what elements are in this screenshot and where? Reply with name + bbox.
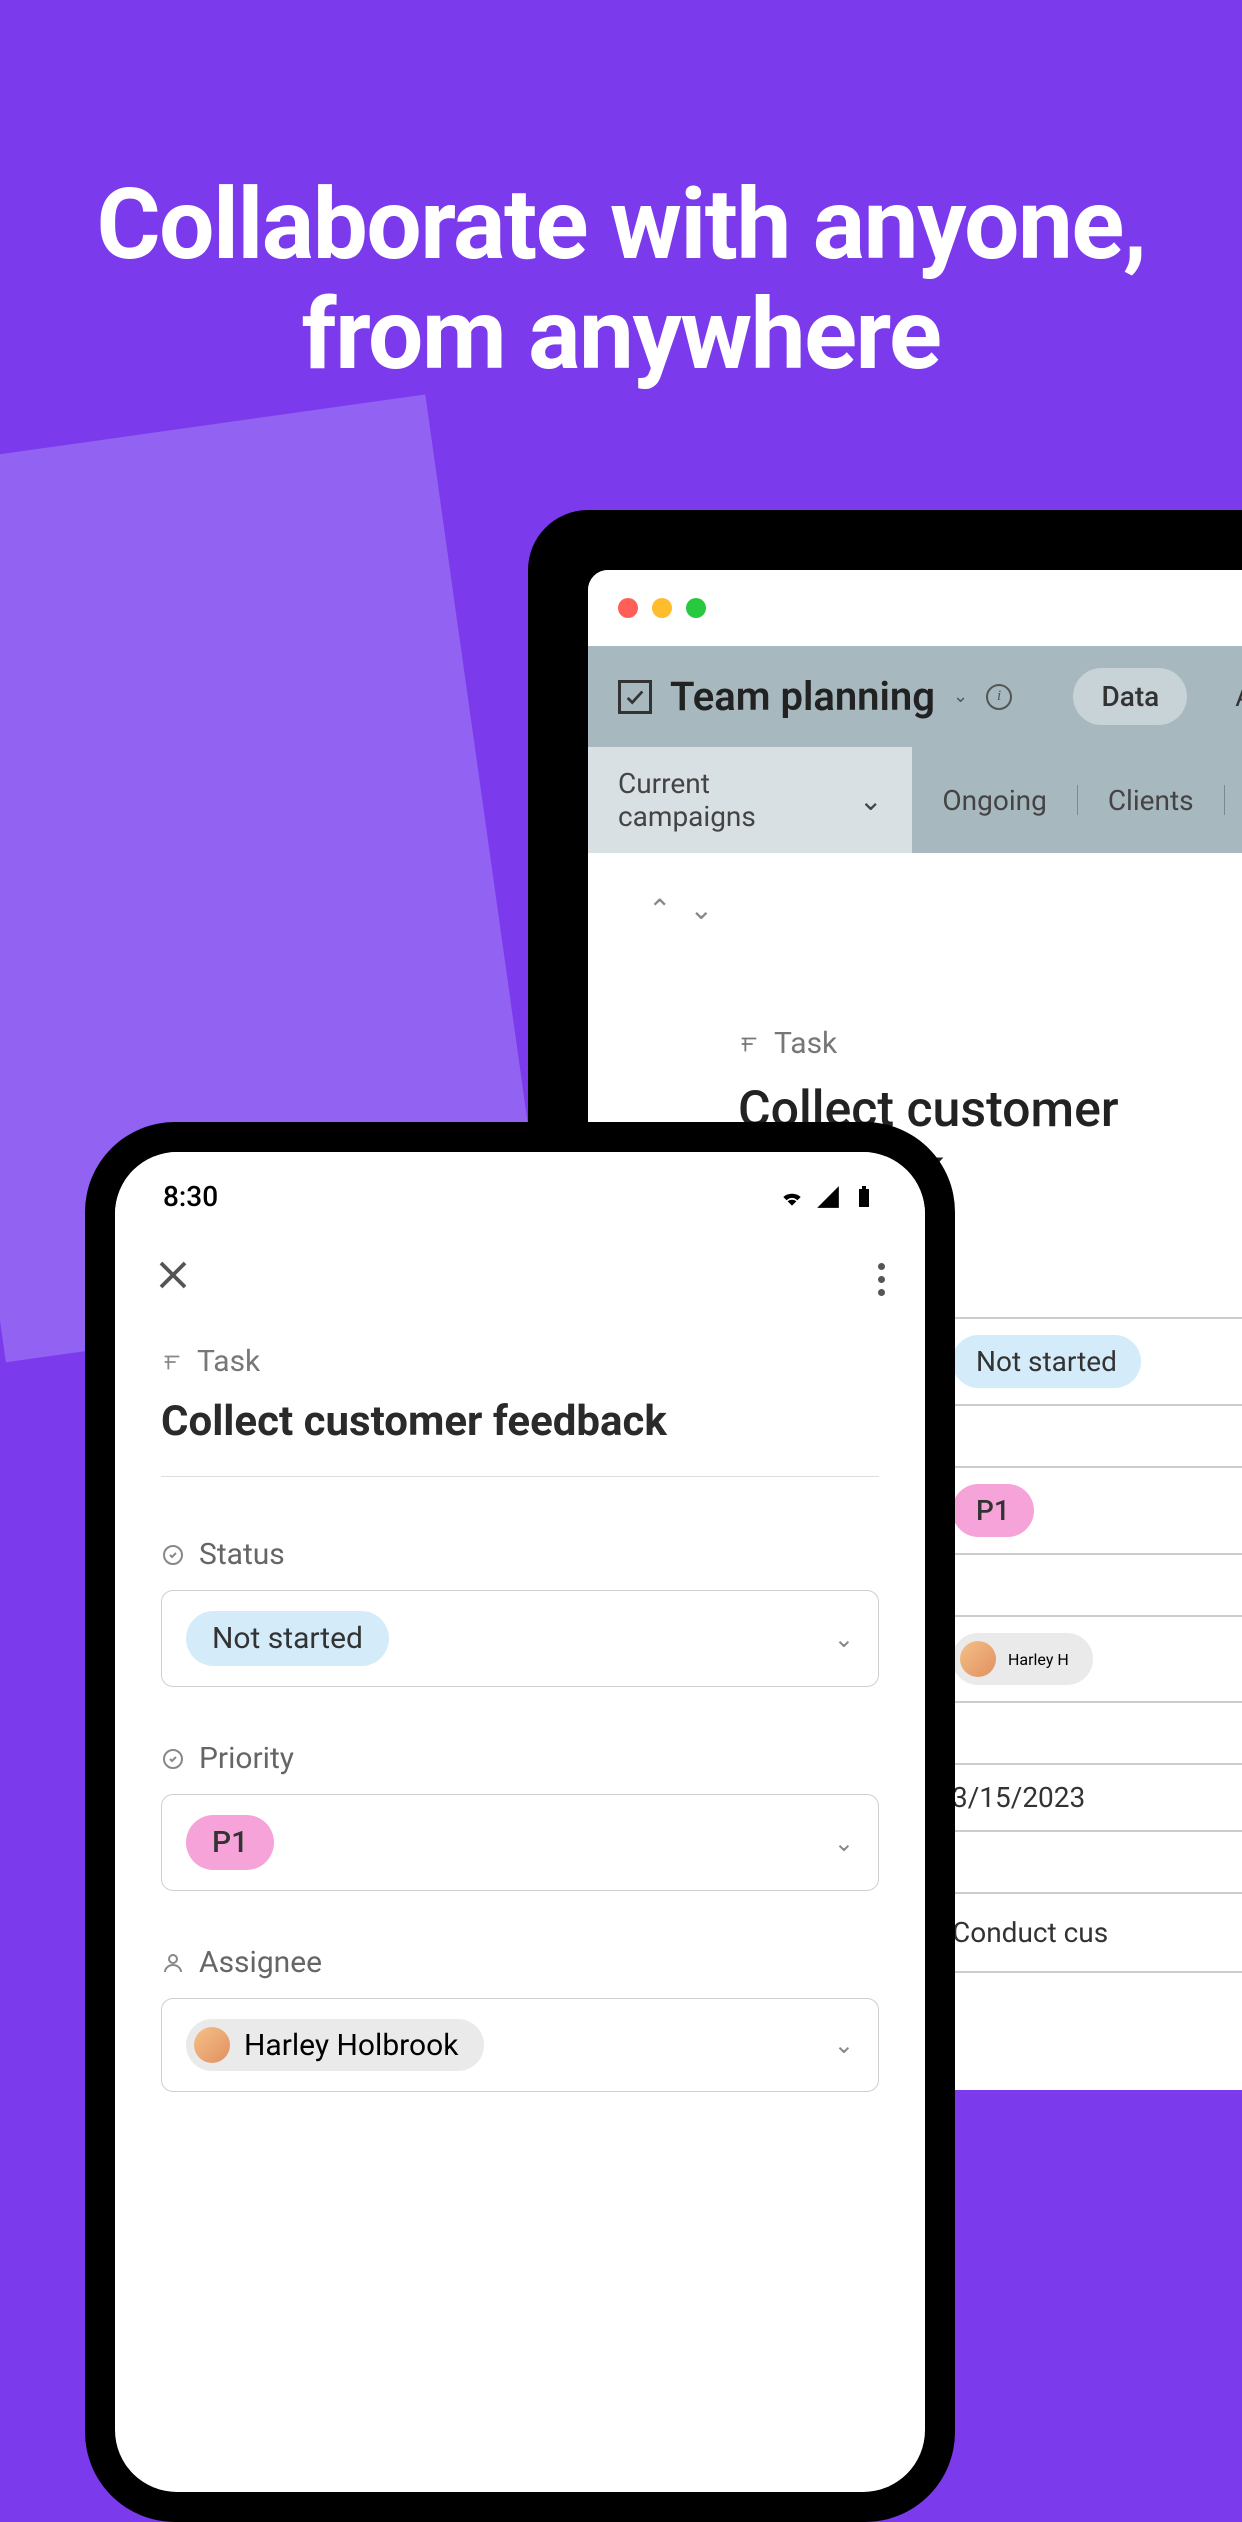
data-button[interactable]: Data — [1073, 668, 1187, 725]
info-icon[interactable]: i — [986, 684, 1012, 710]
chevron-down-icon[interactable]: ⌄ — [689, 893, 712, 926]
status-chip: Not started — [186, 1611, 389, 1666]
avatar — [194, 2027, 230, 2063]
page-title: Team planning — [670, 673, 935, 720]
phone-topbar — [115, 1225, 925, 1334]
desktop-tabs: Current campaigns ⌄ Ongoing Clients ⌄ — [588, 747, 1242, 853]
status-select[interactable]: Not started ⌄ — [161, 1590, 879, 1687]
assignee-select[interactable]: Harley Holbrook ⌄ — [161, 1998, 879, 2092]
task-type-row: Task — [161, 1344, 879, 1379]
assignee-chip: Harley Holbrook — [186, 2019, 484, 2071]
minimize-window-icon — [652, 598, 672, 618]
task-type-label: Task — [774, 1026, 837, 1061]
phone-screen: 8:30 Task Collect customer feedback Stat — [115, 1152, 925, 2492]
tab-label: Current campaigns — [618, 767, 845, 833]
description-text: Conduct cus — [952, 1916, 1108, 1949]
priority-label-row: Priority — [161, 1741, 879, 1776]
assignee-name: Harley Holbrook — [244, 2028, 458, 2063]
assignee-field[interactable]: Harley H — [928, 1615, 1242, 1703]
headline: Collaborate with anyone, from anywhere — [0, 170, 1242, 390]
task-type-row: Task — [738, 1026, 1242, 1061]
status-icons — [779, 1186, 877, 1208]
chevron-down-icon: ⌄ — [834, 1829, 854, 1857]
person-icon — [161, 1951, 185, 1975]
window-controls — [588, 570, 1242, 646]
status-field[interactable]: Not started — [928, 1317, 1242, 1406]
desktop-header: Team planning ⌄ i Data Aut — [588, 646, 1242, 747]
text-icon — [161, 1351, 183, 1373]
tab-ongoing[interactable]: Ongoing — [912, 747, 1076, 853]
close-window-icon — [618, 598, 638, 618]
nav-chevrons: ⌃ ⌄ — [648, 893, 1242, 926]
chevron-down-icon: ⌄ — [834, 2031, 854, 2059]
priority-icon — [161, 1747, 185, 1771]
description-field[interactable]: Conduct cus — [928, 1892, 1242, 1973]
status-label-row: Status — [161, 1537, 879, 1572]
date-value: 3/15/2023 — [952, 1781, 1085, 1814]
status-icon — [161, 1543, 185, 1567]
status-chip: Not started — [952, 1335, 1141, 1388]
avatar — [960, 1641, 996, 1677]
signal-icon — [815, 1186, 841, 1208]
assignee-label: Assignee — [199, 1945, 322, 1980]
chevron-down-icon: ⌄ — [859, 784, 882, 817]
chevron-up-icon[interactable]: ⌃ — [648, 893, 671, 926]
close-icon[interactable] — [155, 1255, 191, 1304]
status-bar: 8:30 — [115, 1152, 925, 1225]
priority-label: Priority — [199, 1741, 294, 1776]
priority-chip: P1 — [186, 1815, 274, 1870]
phone-content: Task Collect customer feedback Status No… — [115, 1334, 925, 2102]
phone-device-frame: 8:30 Task Collect customer feedback Stat — [85, 1122, 955, 2522]
maximize-window-icon — [686, 598, 706, 618]
task-title[interactable]: Collect customer feedback — [161, 1397, 879, 1446]
wifi-icon — [779, 1186, 805, 1208]
chevron-down-icon: ⌄ — [834, 1625, 854, 1653]
text-icon — [738, 1033, 760, 1055]
checkbox-icon — [618, 680, 652, 714]
priority-select[interactable]: P1 ⌄ — [161, 1794, 879, 1891]
assignee-name: Harley H — [1008, 1650, 1069, 1669]
date-field[interactable]: 3/15/2023 — [928, 1763, 1242, 1832]
priority-chip: P1 — [952, 1484, 1034, 1537]
tab-current-campaigns[interactable]: Current campaigns ⌄ — [588, 747, 912, 853]
assignee-label-row: Assignee — [161, 1945, 879, 1980]
status-label: Status — [199, 1537, 285, 1572]
tab-more[interactable]: ⌄ — [1225, 747, 1242, 853]
battery-icon — [851, 1186, 877, 1208]
more-menu-icon[interactable] — [878, 1263, 885, 1296]
priority-field[interactable]: P1 — [928, 1466, 1242, 1555]
tab-clients[interactable]: Clients — [1078, 747, 1224, 853]
status-time: 8:30 — [163, 1180, 218, 1213]
automation-button[interactable]: Aut — [1235, 680, 1242, 713]
title-chevron-icon[interactable]: ⌄ — [953, 686, 968, 707]
task-type-label: Task — [197, 1344, 260, 1379]
assignee-chip: Harley H — [952, 1633, 1093, 1685]
divider — [161, 1476, 879, 1477]
